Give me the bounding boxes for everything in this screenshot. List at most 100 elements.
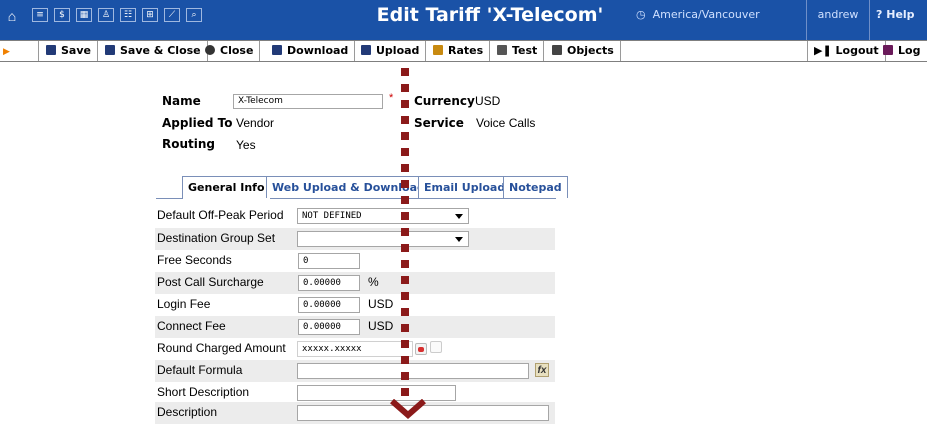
save-close-icon <box>105 45 115 55</box>
download-icon <box>272 45 282 55</box>
currency-label: Currency <box>414 94 475 108</box>
timezone-link[interactable]: ◷ America/Vancouver <box>636 0 804 40</box>
upload-label: Upload <box>376 44 420 57</box>
home-icon[interactable]: ⌂ <box>4 8 20 24</box>
login-fee-unit: USD <box>368 297 394 311</box>
chart-icon[interactable]: ⟋ <box>164 8 180 22</box>
list-icon[interactable]: ≡ <box>32 8 48 22</box>
name-label: Name <box>162 94 201 108</box>
required-mark: * <box>389 92 394 104</box>
surcharge-unit: % <box>368 275 379 289</box>
connect-fee-row: Connect Fee 0.00000 USD <box>155 316 555 338</box>
formula-input[interactable] <box>297 363 529 379</box>
applied-to-value: Vendor <box>236 116 275 130</box>
formula-label: Default Formula <box>157 363 243 377</box>
login-fee-label: Login Fee <box>157 297 211 311</box>
objects-label: Objects <box>567 44 614 57</box>
tab-general-info[interactable]: General Info <box>182 176 271 199</box>
save-button[interactable]: Save <box>40 41 98 61</box>
surcharge-row: Post Call Surcharge 0.00000 % <box>155 272 555 294</box>
tab-bar: General Info Web Upload & Download Email… <box>156 176 568 199</box>
chevron-down-icon <box>390 399 426 419</box>
formula-row: Default Formula fx <box>155 360 555 382</box>
user-link[interactable]: andrew <box>806 0 870 40</box>
round-amount-row: Round Charged Amount xxxxx.xxxxx <box>155 338 555 360</box>
save-label: Save <box>61 44 91 57</box>
log-label: Log <box>898 44 921 57</box>
save-close-label: Save & Close <box>120 44 201 57</box>
close-icon <box>205 45 215 55</box>
service-value: Voice Calls <box>476 116 536 130</box>
upload-button[interactable]: Upload <box>355 41 427 61</box>
service-label: Service <box>414 116 464 130</box>
currency-value: USD <box>475 94 501 108</box>
surcharge-label: Post Call Surcharge <box>157 275 264 289</box>
objects-icon <box>552 45 562 55</box>
top-bar: ⌂ ≡ $ ▦ ♙ ☷ ⊞ ⟋ ⌕ Edit Tariff 'X-Telecom… <box>0 0 927 40</box>
download-label: Download <box>287 44 349 57</box>
logout-label: Logout <box>835 44 879 57</box>
network-icon[interactable]: ⊞ <box>142 8 158 22</box>
round-amount-label: Round Charged Amount <box>157 341 286 355</box>
routing-value: Yes <box>236 138 256 152</box>
objects-button[interactable]: Objects <box>546 41 621 61</box>
clock-icon: ◷ <box>636 8 646 21</box>
short-description-row: Short Description <box>155 382 555 404</box>
description-label: Description <box>157 405 218 419</box>
log-button[interactable]: Log <box>877 41 926 61</box>
round-amount-input[interactable]: xxxxx.xxxxx <box>297 341 413 357</box>
help-label: Help <box>886 8 915 21</box>
offpeak-select[interactable]: NOT DEFINED <box>297 208 469 224</box>
test-button[interactable]: Test <box>491 41 545 61</box>
dollar-icon[interactable]: $ <box>54 8 70 22</box>
save-close-button[interactable]: Save & Close <box>99 41 208 61</box>
tab-notepad[interactable]: Notepad <box>503 176 568 198</box>
login-fee-input[interactable]: 0.00000 <box>298 297 360 313</box>
timezone-label: America/Vancouver <box>652 8 760 21</box>
offpeak-label: Default Off-Peak Period <box>157 208 284 222</box>
round-up-icon[interactable] <box>430 341 442 353</box>
login-fee-row: Login Fee 0.00000 USD <box>155 294 555 316</box>
toolbar-separator <box>38 41 39 61</box>
offpeak-row: Default Off-Peak Period NOT DEFINED <box>155 205 555 227</box>
test-icon <box>497 45 507 55</box>
destination-group-row: Destination Group Set <box>155 228 555 250</box>
toolbar-arrow-icon: ▶ <box>3 46 10 56</box>
surcharge-input[interactable]: 0.00000 <box>298 275 360 291</box>
connect-fee-unit: USD <box>368 319 394 333</box>
chevron-down-icon <box>455 237 463 242</box>
destination-group-select[interactable] <box>297 231 469 247</box>
short-description-input[interactable] <box>297 385 456 401</box>
offpeak-value: NOT DEFINED <box>302 211 362 221</box>
log-icon <box>883 45 893 55</box>
rates-icon <box>433 45 443 55</box>
tariff-icon[interactable]: ☷ <box>120 8 136 22</box>
rates-label: Rates <box>448 44 484 57</box>
description-row: Description <box>155 402 555 424</box>
test-label: Test <box>512 44 538 57</box>
formula-wizard-icon[interactable]: fx <box>535 363 549 377</box>
logout-button[interactable]: ▶❚ Logout <box>808 41 886 61</box>
scroll-indicator-line <box>401 68 409 408</box>
page-title: Edit Tariff 'X-Telecom' <box>376 4 604 26</box>
close-button[interactable]: Close <box>199 41 261 61</box>
connect-fee-label: Connect Fee <box>157 319 226 333</box>
round-down-icon[interactable] <box>415 343 427 355</box>
grid-icon[interactable]: ▦ <box>76 8 92 22</box>
upload-icon <box>361 45 371 55</box>
logout-icon: ▶❚ <box>814 44 836 57</box>
close-label: Close <box>220 44 254 57</box>
connect-fee-input[interactable]: 0.00000 <box>298 319 360 335</box>
save-icon <box>46 45 56 55</box>
free-seconds-row: Free Seconds 0 <box>155 250 555 272</box>
free-seconds-label: Free Seconds <box>157 253 232 267</box>
name-input[interactable]: X-Telecom <box>233 94 383 109</box>
download-button[interactable]: Download <box>266 41 356 61</box>
destination-group-label: Destination Group Set <box>157 231 276 245</box>
tab-email-upload[interactable]: Email Upload <box>418 176 512 198</box>
search-icon[interactable]: ⌕ <box>186 8 202 22</box>
person-icon[interactable]: ♙ <box>98 8 114 22</box>
free-seconds-input[interactable]: 0 <box>298 253 360 269</box>
help-link[interactable]: ? Help <box>876 0 927 40</box>
rates-button[interactable]: Rates <box>427 41 491 61</box>
